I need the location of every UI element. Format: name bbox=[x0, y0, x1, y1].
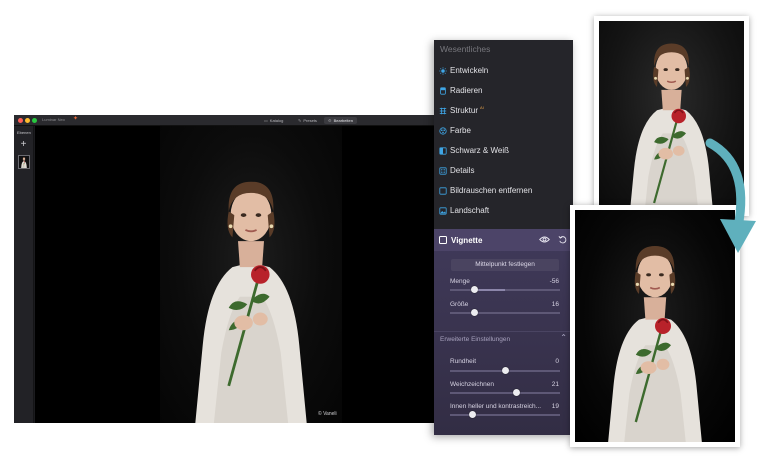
innen-heller-label: Innen heller und kontrastreich... bbox=[450, 403, 542, 410]
main-photo bbox=[160, 126, 342, 423]
weichzeichnen-value: 21 bbox=[551, 381, 559, 388]
structure-icon bbox=[439, 107, 447, 115]
rundheit-value: 0 bbox=[555, 358, 559, 365]
tool-bildrauschen[interactable]: Bildrauschen entfernen bbox=[434, 181, 573, 200]
advanced-settings-title[interactable]: Erweiterte Einstellungen bbox=[440, 336, 510, 343]
tool-details-label: Details bbox=[450, 166, 475, 175]
landscape-icon bbox=[439, 206, 447, 215]
reset-icon[interactable] bbox=[558, 235, 567, 244]
tool-entwickeln-label: Entwickeln bbox=[450, 66, 489, 75]
window-zoom-button[interactable] bbox=[32, 118, 37, 123]
groesse-value: 16 bbox=[551, 301, 559, 308]
tab-katalog-label: Katalog bbox=[269, 118, 284, 123]
tool-landschaft-label: Landschaft bbox=[450, 206, 490, 215]
groesse-slider[interactable] bbox=[450, 309, 560, 316]
tab-presets[interactable]: ✎ Presets bbox=[294, 117, 321, 124]
tool-farbe-label: Farbe bbox=[450, 126, 471, 135]
weichzeichnen-slider-knob[interactable] bbox=[512, 389, 520, 396]
menge-slider-knob[interactable] bbox=[470, 286, 478, 293]
menge-slider-fill bbox=[474, 289, 505, 291]
tool-radieren-label: Radieren bbox=[450, 86, 483, 95]
copyright-label: © Vaneli bbox=[318, 411, 337, 417]
tool-details[interactable]: Details bbox=[434, 161, 573, 180]
noise-icon bbox=[439, 186, 447, 195]
app-name: Luminar Neo bbox=[42, 117, 65, 122]
ai-badge: AI bbox=[480, 105, 484, 110]
vignette-title: Vignette bbox=[451, 235, 483, 245]
tool-struktur[interactable]: Struktur AI bbox=[434, 101, 573, 120]
title-bar: Luminar Neo ✦ ▭ Katalog ✎ Presets ⚙ Bearbei… bbox=[14, 115, 439, 126]
menge-slider[interactable] bbox=[450, 286, 560, 293]
sun-icon bbox=[439, 66, 447, 75]
groesse-label: Größe bbox=[450, 301, 469, 308]
gallery-icon: ▭ bbox=[264, 118, 268, 123]
set-center-button[interactable]: Mittelpunkt festlegen bbox=[451, 259, 559, 271]
layer-thumbnail[interactable] bbox=[18, 155, 30, 169]
rundheit-slider[interactable] bbox=[450, 367, 560, 374]
innen-heller-value: 19 bbox=[551, 403, 559, 410]
adjustments-panel: Wesentliches Entwickeln Radieren Struktu… bbox=[434, 40, 573, 435]
weichzeichnen-slider[interactable] bbox=[450, 389, 560, 396]
eye-icon[interactable] bbox=[539, 235, 550, 244]
weichzeichnen-label: Weichzeichnen bbox=[450, 381, 494, 388]
curved-arrow-icon bbox=[680, 135, 770, 265]
palette-icon bbox=[439, 126, 447, 135]
app-window: Luminar Neo ✦ ▭ Katalog ✎ Presets ⚙ Bearbei… bbox=[14, 115, 439, 423]
rundheit-slider-knob[interactable] bbox=[501, 367, 509, 374]
menge-label: Menge bbox=[450, 278, 470, 285]
innen-heller-slider-knob[interactable] bbox=[468, 411, 476, 418]
presets-icon: ✎ bbox=[298, 118, 302, 123]
tab-presets-label: Presets bbox=[303, 118, 317, 123]
chevron-up-icon[interactable]: ⌃ bbox=[560, 333, 567, 342]
tool-radieren[interactable]: Radieren bbox=[434, 81, 573, 100]
vignette-toggle-icon[interactable] bbox=[439, 236, 447, 244]
tool-struktur-label: Struktur bbox=[450, 106, 479, 115]
tab-bearbeiten[interactable]: ⚙ Bearbeiten bbox=[324, 117, 357, 124]
tool-entwickeln[interactable]: Entwickeln bbox=[434, 61, 573, 80]
tool-landschaft[interactable]: Landschaft bbox=[434, 201, 573, 220]
groesse-slider-knob[interactable] bbox=[470, 309, 478, 316]
panel-header: Wesentliches bbox=[440, 44, 491, 54]
layers-sidebar: Ebenen + bbox=[14, 126, 34, 423]
vignette-section: Vignette Mittelpunkt festlegen Menge -56… bbox=[434, 229, 573, 435]
advanced-divider bbox=[434, 331, 573, 332]
add-layer-button[interactable]: + bbox=[18, 140, 29, 151]
layers-title: Ebenen bbox=[17, 130, 31, 135]
image-canvas[interactable]: © Vaneli bbox=[35, 126, 439, 423]
vignette-header[interactable]: Vignette bbox=[434, 229, 573, 251]
edit-icon: ⚙ bbox=[328, 118, 332, 123]
tool-schwarz-weiss[interactable]: Schwarz & Weiß bbox=[434, 141, 573, 160]
details-icon bbox=[439, 166, 447, 175]
menge-value: -56 bbox=[549, 278, 559, 285]
window-minimize-button[interactable] bbox=[25, 118, 30, 123]
app-logo-icon: ✦ bbox=[73, 116, 79, 122]
window-close-button[interactable] bbox=[18, 118, 23, 123]
tool-schwarz-weiss-label: Schwarz & Weiß bbox=[450, 146, 509, 155]
rundheit-label: Rundheit bbox=[450, 358, 477, 365]
eraser-icon bbox=[439, 86, 447, 95]
tab-katalog[interactable]: ▭ Katalog bbox=[260, 117, 287, 124]
tab-bearbeiten-label: Bearbeiten bbox=[333, 118, 353, 123]
innen-heller-slider[interactable] bbox=[450, 411, 560, 418]
tool-bildrauschen-label: Bildrauschen entfernen bbox=[450, 186, 533, 195]
black-white-icon bbox=[439, 146, 447, 155]
tool-farbe[interactable]: Farbe bbox=[434, 121, 573, 140]
